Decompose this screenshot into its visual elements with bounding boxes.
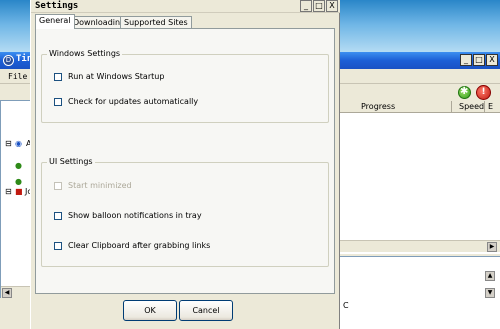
scroll-right-icon[interactable]: ▶ [487, 242, 497, 252]
category-tree: ⊟ ◉ A ● ● ⊟ ■ Jc ◀ [0, 100, 35, 298]
list-horizontal-scrollbar[interactable]: ▶ [339, 240, 500, 252]
ui-settings-group: UI Settings Start minimized Show balloon… [41, 157, 329, 267]
main-close-button[interactable]: X [486, 54, 498, 66]
settings-close-button[interactable]: X [326, 0, 338, 12]
settings-titlebar: Settings _ □ X [31, 0, 340, 13]
tree-item-icon: ● [15, 177, 22, 186]
download-list[interactable] [339, 113, 500, 254]
clear-clipboard-label: Clear Clipboard after grabbing links [68, 241, 211, 250]
log-panel: C ▲ ▼ [339, 256, 500, 329]
balloon-notifications-option[interactable]: Show balloon notifications in tray [54, 211, 202, 220]
log-text: C [343, 301, 349, 310]
ui-settings-label: UI Settings [47, 157, 95, 166]
clear-clipboard-checkbox[interactable] [54, 241, 62, 250]
menu-file[interactable]: File [8, 72, 27, 81]
green-gear-icon[interactable] [458, 86, 471, 99]
settings-title: Settings [35, 1, 79, 11]
balloon-notifications-checkbox[interactable] [54, 211, 62, 220]
scroll-up-icon[interactable]: ▲ [485, 271, 495, 281]
start-minimized-checkbox [54, 181, 62, 190]
tree-expander[interactable]: ⊟ [5, 187, 12, 196]
red-power-icon[interactable]: ! [476, 85, 491, 100]
run-at-startup-option[interactable]: Run at Windows Startup [54, 72, 164, 81]
column-separator[interactable] [484, 101, 485, 113]
general-tab-page: Windows Settings Run at Windows Startup … [35, 28, 335, 294]
tree-item-icon: ● [15, 161, 22, 170]
settings-dialog: Settings _ □ X General Downloading Suppo… [30, 0, 340, 329]
tree-expander[interactable]: ⊟ [5, 139, 12, 148]
run-at-startup-label: Run at Windows Startup [68, 72, 165, 81]
check-updates-checkbox[interactable] [54, 97, 62, 106]
scroll-down-icon[interactable]: ▼ [485, 288, 495, 298]
download-list-header: Progress Speed E [339, 101, 500, 113]
settings-maximize-button[interactable]: □ [313, 0, 325, 12]
main-maximize-button[interactable]: □ [473, 54, 485, 66]
dialog-button-row: OK Cancel [31, 300, 340, 322]
ok-button[interactable]: OK [123, 300, 177, 321]
column-progress[interactable]: Progress [361, 102, 395, 111]
start-minimized-label: Start minimized [68, 181, 132, 190]
tree-item-icon: ■ [15, 187, 23, 196]
tree-globe-icon: ◉ [15, 139, 22, 148]
app-icon: D [3, 55, 14, 66]
balloon-notifications-label: Show balloon notifications in tray [68, 211, 202, 220]
column-speed[interactable]: Speed [459, 102, 484, 111]
column-separator[interactable] [451, 101, 452, 113]
scroll-left-icon[interactable]: ◀ [2, 288, 12, 298]
settings-minimize-button[interactable]: _ [300, 0, 312, 12]
windows-settings-group: Windows Settings Run at Windows Startup … [41, 49, 329, 123]
main-minimize-button[interactable]: _ [460, 54, 472, 66]
start-minimized-option: Start minimized [54, 181, 132, 190]
tab-general[interactable]: General [35, 14, 75, 29]
clear-clipboard-option[interactable]: Clear Clipboard after grabbing links [54, 241, 210, 250]
run-at-startup-checkbox[interactable] [54, 72, 62, 81]
cancel-button[interactable]: Cancel [179, 300, 233, 321]
check-updates-label: Check for updates automatically [68, 97, 199, 106]
column-extra[interactable]: E [488, 102, 493, 111]
check-updates-option[interactable]: Check for updates automatically [54, 97, 198, 106]
windows-settings-label: Windows Settings [47, 49, 123, 58]
